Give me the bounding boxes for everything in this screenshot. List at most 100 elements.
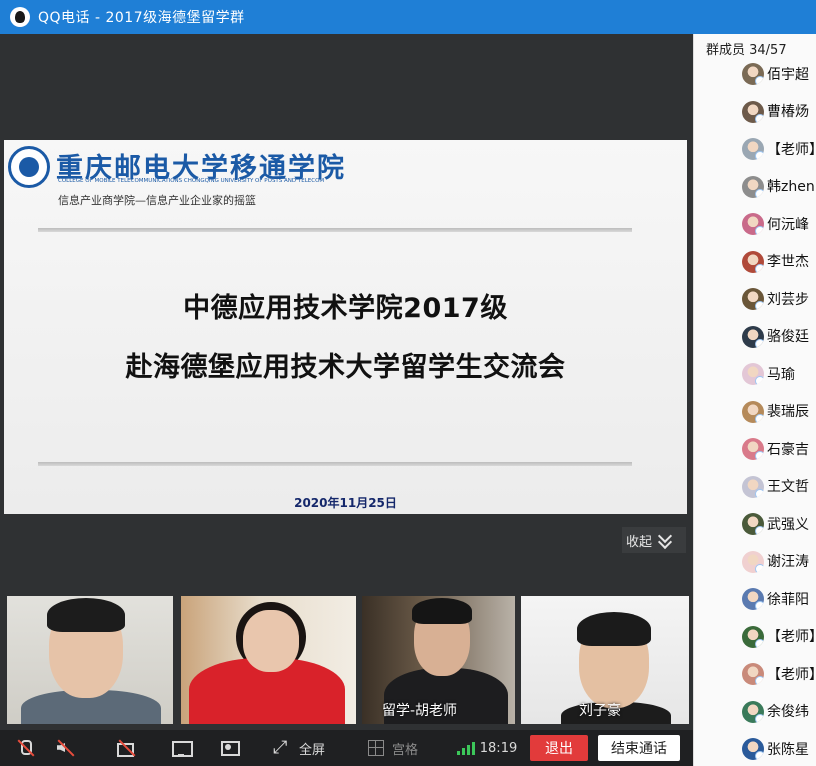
- member-name: 徐菲阳: [767, 591, 809, 608]
- member-name: 武强义: [767, 516, 809, 533]
- slide-divider-bottom: [38, 462, 632, 466]
- avatar: [742, 400, 764, 423]
- avatar: [742, 700, 764, 723]
- chevron-down-icon: [656, 531, 674, 549]
- video-tile-4[interactable]: 刘子豪: [521, 596, 689, 724]
- avatar: [742, 63, 764, 85]
- member-name: 何沅峰: [767, 216, 809, 233]
- presentation-button[interactable]: [218, 730, 240, 766]
- signal-strength-icon: [456, 741, 475, 755]
- participant-hair: [577, 612, 651, 646]
- member-name: 王文哲: [767, 479, 809, 496]
- avatar: [742, 438, 764, 460]
- member-name: 刘芸步: [767, 291, 809, 308]
- member-item[interactable]: 骆俊廷: [694, 318, 816, 356]
- end-call-button[interactable]: 结束通话: [598, 735, 680, 761]
- grid-view-label: 宫格: [391, 742, 418, 758]
- college-name-english: COLLEGE OF MOBILE TELECOMMUNICATIONS CHO…: [58, 178, 325, 184]
- member-item[interactable]: 王文哲: [694, 468, 816, 506]
- avatar: [742, 738, 764, 760]
- participant-face: [243, 610, 299, 672]
- grid-view-button[interactable]: 宫格: [362, 730, 424, 766]
- fullscreen-label: 全屏: [298, 742, 325, 758]
- member-item[interactable]: 裴瑞辰: [694, 393, 816, 431]
- member-item[interactable]: 【老师】: [694, 130, 816, 168]
- slide-heading-line1: 中德应用技术学院2017级: [183, 293, 508, 324]
- shared-screen-slide: 重庆邮电大学移通学院 COLLEGE OF MOBILE TELECOMMUNI…: [4, 140, 687, 514]
- member-item[interactable]: 韩zhen: [694, 168, 816, 206]
- member-name: 【老师】: [767, 629, 816, 646]
- member-panel: 群成员 34/57 佰宇超曹椿炀【老师】韩zhen何沅峰李世杰刘芸步骆俊廷马瑜裴…: [693, 34, 816, 766]
- avatar: [742, 138, 764, 160]
- speaker-off-icon: [55, 739, 75, 757]
- leave-button[interactable]: 退出: [530, 735, 588, 761]
- avatar: [742, 288, 764, 310]
- member-item[interactable]: 【老师】: [694, 655, 816, 693]
- slide-divider-top: [38, 228, 632, 232]
- member-item[interactable]: 石豪吉: [694, 430, 816, 468]
- window-title: QQ电话 - 2017级海德堡留学群: [38, 10, 245, 26]
- camera-toggle-button[interactable]: [114, 730, 138, 766]
- video-tile-2[interactable]: [181, 596, 356, 724]
- avatar: [742, 513, 764, 535]
- participant-hair: [412, 598, 472, 624]
- member-name: 谢汪涛: [767, 554, 809, 571]
- call-duration: 18:19: [450, 730, 524, 766]
- avatar: [742, 250, 764, 273]
- avatar: [742, 475, 764, 498]
- member-item[interactable]: 何沅峰: [694, 205, 816, 243]
- avatar: [742, 213, 764, 235]
- member-item[interactable]: 谢汪涛: [694, 543, 816, 581]
- screen-share-icon: [171, 739, 193, 757]
- slide-date: 2020年11月25日: [294, 496, 397, 510]
- member-item[interactable]: 【老师】: [694, 618, 816, 656]
- member-name: 石豪吉: [767, 441, 809, 458]
- avatar: [742, 325, 764, 348]
- member-item[interactable]: 马瑜: [694, 355, 816, 393]
- avatar: [742, 625, 764, 648]
- avatar: [742, 175, 764, 198]
- collapse-button[interactable]: 收起: [622, 527, 686, 553]
- avatar: [742, 588, 764, 610]
- camera-off-icon: [116, 739, 136, 757]
- member-name: 李世杰: [767, 254, 809, 271]
- member-name: 余俊纬: [767, 704, 809, 721]
- call-control-bar: 全屏 宫格 18:19 退出 结束通话: [0, 730, 693, 766]
- fullscreen-icon: [273, 737, 293, 758]
- member-item[interactable]: 张陈星: [694, 730, 816, 766]
- member-list: 佰宇超曹椿炀【老师】韩zhen何沅峰李世杰刘芸步骆俊廷马瑜裴瑞辰石豪吉王文哲武强…: [694, 55, 816, 766]
- member-count-header: 群成员 34/57: [694, 34, 816, 62]
- grid-icon: [367, 740, 384, 756]
- member-name: 佰宇超: [767, 66, 809, 83]
- participant-hair: [47, 598, 125, 632]
- title-bar: QQ电话 - 2017级海德堡留学群: [0, 0, 816, 34]
- member-item[interactable]: 武强义: [694, 505, 816, 543]
- member-item[interactable]: 刘芸步: [694, 280, 816, 318]
- member-name: 马瑜: [767, 366, 795, 383]
- qq-logo-icon: [10, 7, 30, 27]
- member-name: 张陈星: [767, 741, 809, 758]
- college-slogan: 信息产业商学院—信息产业企业家的摇篮: [58, 194, 256, 207]
- mute-speaker-button[interactable]: [54, 730, 76, 766]
- video-tile-caption: 刘子豪: [579, 703, 621, 719]
- member-name: 韩zhen: [767, 179, 815, 196]
- member-name: 裴瑞辰: [767, 404, 809, 421]
- fullscreen-button[interactable]: 全屏: [268, 730, 330, 766]
- video-tile-3[interactable]: 留学-胡老师: [362, 596, 515, 724]
- share-screen-button[interactable]: [170, 730, 193, 766]
- member-name: 曹椿炀: [767, 104, 809, 121]
- slide-heading-line2: 赴海德堡应用技术大学留学生交流会: [125, 352, 566, 383]
- video-tile-1[interactable]: [7, 596, 173, 724]
- video-tile-caption: 留学-胡老师: [382, 703, 458, 719]
- member-name: 骆俊廷: [767, 329, 809, 346]
- collapse-label: 收起: [626, 534, 653, 550]
- member-item[interactable]: 曹椿炀: [694, 93, 816, 131]
- avatar: [742, 363, 764, 385]
- member-item[interactable]: 余俊纬: [694, 693, 816, 731]
- mic-off-icon: [15, 739, 35, 757]
- member-item[interactable]: 徐菲阳: [694, 580, 816, 618]
- call-time: 18:19: [479, 740, 518, 756]
- member-name: 【老师】: [767, 666, 816, 683]
- mute-mic-button[interactable]: [14, 730, 36, 766]
- member-item[interactable]: 李世杰: [694, 243, 816, 281]
